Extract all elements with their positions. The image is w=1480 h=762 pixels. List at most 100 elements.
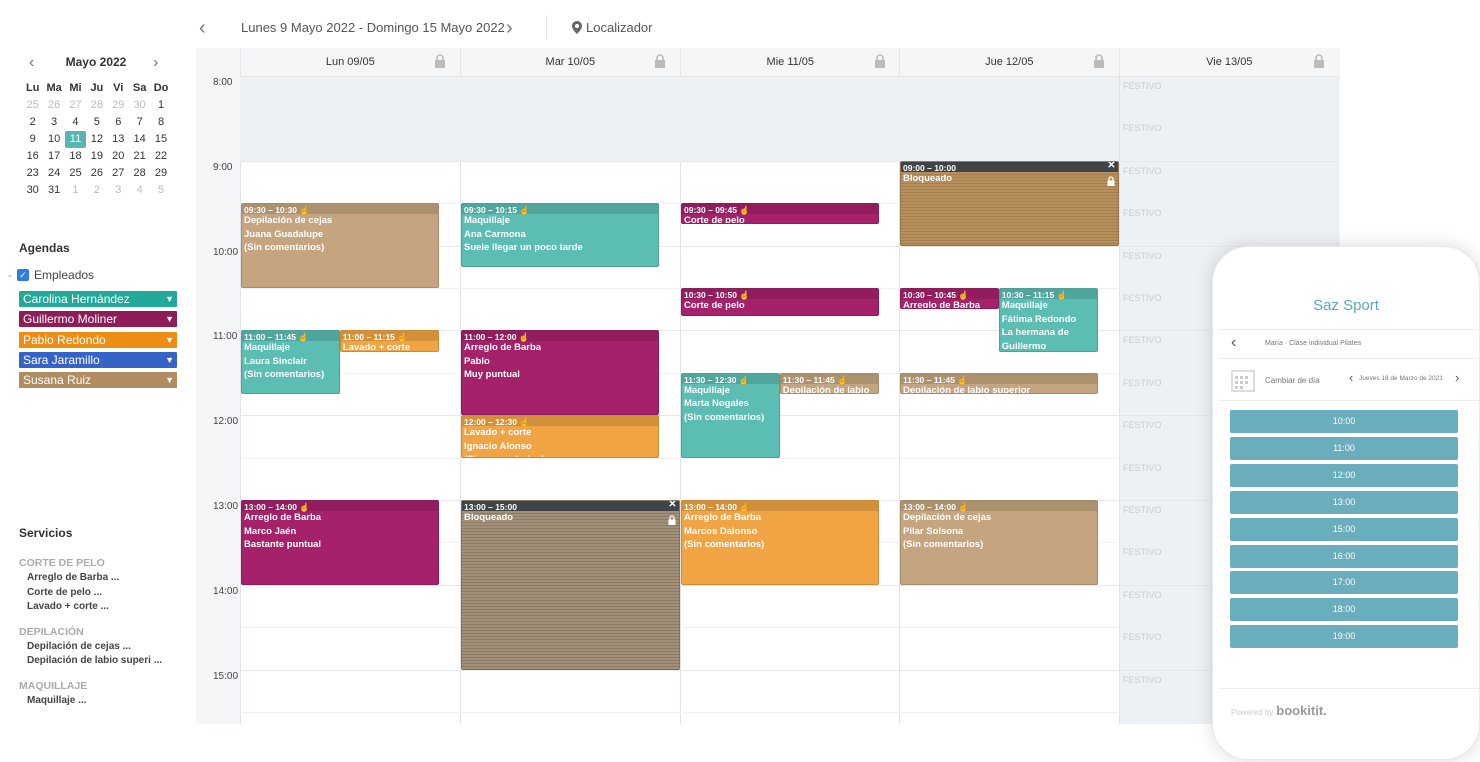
appointment-event[interactable]: 13:00 – 14:00 ☝ Arreglo de Barba Marco Jaé… [241,500,439,585]
mini-cal-day[interactable]: 23 [22,165,43,182]
appointment-event[interactable]: 13:00 – 14:00 ☝ Depilación de cejas Pilar … [900,500,1098,585]
appointment-event[interactable]: 11:30 – 11:45 ☝ Depilación de labio [779,372,879,394]
time-slot-button[interactable]: 13:00 [1230,490,1458,514]
appointment-event[interactable]: 09:30 – 09:45 ☝ Corte de pelo [681,203,879,225]
collapse-icon[interactable]: - [8,268,12,282]
mini-cal-day[interactable]: 27 [108,165,129,182]
phone-next-day-button[interactable]: › [1455,370,1459,385]
mini-cal-day[interactable]: 2 [22,114,43,131]
lock-icon[interactable] [654,54,666,68]
mini-cal-day[interactable]: 25 [22,97,43,114]
phone-prev-day-button[interactable]: ‹ [1349,370,1353,385]
mini-cal-day[interactable]: 22 [150,148,171,165]
appointment-event[interactable]: 11:30 – 11:45 ☝ Depilación de labio super… [900,372,1098,394]
mini-cal-prev-button[interactable]: ‹ [29,53,34,73]
mini-cal-day[interactable]: 17 [43,148,64,165]
agenda-item[interactable]: Guillermo Moliner ▼ [19,311,177,328]
time-slot-button[interactable]: 16:00 [1230,544,1458,568]
appointment-event[interactable]: 11:00 – 11:45 ☝ Maquillaje Laura Sinclair (… [241,330,340,394]
close-icon[interactable]: ✕ [1107,162,1115,171]
empleados-toggle[interactable]: - ✓ Empleados [8,268,94,282]
mini-cal-day[interactable]: 13 [108,131,129,148]
agenda-item[interactable]: Sara Jaramillo ▼ [19,351,177,368]
mini-cal-day[interactable]: 26 [86,165,107,182]
time-slot-button[interactable]: 10:00 [1230,410,1458,433]
mini-cal-day[interactable]: 21 [129,148,150,165]
change-day-label[interactable]: Cambiar de día [1265,376,1320,385]
time-slot-button[interactable]: 15:00 [1230,517,1458,541]
appointment-event[interactable]: 13:00 – 14:00 ☝ Arreglo de Barba Marcos Da… [681,500,879,585]
mini-cal-day[interactable]: 31 [43,182,64,199]
lock-icon[interactable] [1313,54,1325,68]
mini-cal-day[interactable]: 18 [65,148,86,165]
mini-cal-day[interactable]: 20 [108,148,129,165]
prev-week-button[interactable]: ‹ [199,18,206,38]
appointment-event[interactable]: 12:00 – 12:30 ☝ Lavado + corte Ignacio Alo… [461,415,659,458]
mini-cal-day[interactable]: 12 [86,131,107,148]
mini-cal-day[interactable]: 10 [43,131,64,148]
appointment-event[interactable]: 11:30 – 12:30 ☝ Maquillaje Marta Nogales (S… [681,372,780,458]
service-item[interactable]: Depilación de labio superi ... [27,655,162,666]
mini-cal-day[interactable]: 29 [108,97,129,114]
mini-cal-day[interactable]: 29 [150,165,171,182]
mini-cal-day[interactable]: 5 [86,114,107,131]
dropdown-arrow-icon[interactable]: ▼ [165,291,174,307]
mini-cal-day[interactable]: 25 [65,165,86,182]
appointment-event[interactable]: 11:00 – 11:15 ☝ Lavado + corte [339,330,439,352]
time-slot-button[interactable]: 19:00 [1230,625,1458,649]
mini-cal-day[interactable]: 30 [129,97,150,114]
appointment-event[interactable]: 09:30 – 10:15 ☝ Maquillaje Ana Carmona Suel… [461,203,659,267]
appointment-event[interactable]: 09:30 – 10:30 ☝ Depilación de cejas Juana … [241,203,439,288]
dropdown-arrow-icon[interactable]: ▼ [165,332,174,348]
mini-cal-next-button[interactable]: › [153,53,158,73]
time-slot-button[interactable]: 12:00 [1230,463,1458,487]
dropdown-arrow-icon[interactable]: ▼ [165,311,174,327]
empleados-checkbox[interactable]: ✓ [17,269,29,281]
next-week-button[interactable]: › [506,18,513,38]
service-item[interactable]: Arreglo de Barba ... [27,572,119,583]
time-slot-button[interactable]: 17:00 [1230,571,1458,595]
blocked-slot[interactable]: 13:00 – 15:00 ✕ Bloqueado [461,500,680,670]
appointment-event[interactable]: 10:30 – 10:45 ☝ Arreglo de Barba [900,288,999,310]
mini-cal-day[interactable]: 3 [108,182,129,199]
agenda-item[interactable]: Carolina Hernández ▼ [19,291,177,307]
mini-cal-day[interactable]: 14 [129,131,150,148]
locator-button[interactable]: Localizador [572,20,653,35]
mini-cal-day[interactable]: 26 [43,97,64,114]
appointment-event[interactable]: 10:30 – 10:50 ☝Corte de pelo Martín [681,288,879,317]
service-item[interactable]: Depilación de cejas ... [27,641,131,652]
lock-icon[interactable] [874,54,886,68]
mini-cal-day[interactable]: 5 [150,182,171,199]
mini-cal-day[interactable]: 4 [65,114,86,131]
appointment-event[interactable]: 11:00 – 12:00 ☝ Arreglo de Barba Pablo Muy … [461,330,659,416]
mini-cal-day[interactable]: 4 [129,182,150,199]
lock-icon[interactable] [434,54,446,68]
mini-cal-day[interactable]: 3 [43,114,64,131]
mini-cal-day[interactable]: 2 [86,182,107,199]
mini-cal-day[interactable]: 27 [65,97,86,114]
dropdown-arrow-icon[interactable]: ▼ [165,352,174,368]
mini-cal-day[interactable]: 24 [43,165,64,182]
dropdown-arrow-icon[interactable]: ▼ [165,372,174,388]
service-item[interactable]: Corte de pelo ... [27,587,102,598]
mini-cal-day[interactable]: 7 [129,114,150,131]
service-item[interactable]: Maquillaje ... [27,695,86,706]
mini-cal-day[interactable]: 1 [150,97,171,114]
mini-cal-day[interactable]: 19 [86,148,107,165]
mini-cal-day[interactable]: 6 [108,114,129,131]
lock-icon[interactable] [1093,54,1105,68]
agenda-item[interactable]: Susana Ruiz ▼ [19,372,177,389]
mini-cal-day[interactable]: 15 [150,131,171,148]
mini-cal-day[interactable]: 16 [22,148,43,165]
blocked-slot[interactable]: 09:00 – 10:00 ✕ Bloqueado [900,160,1119,246]
service-item[interactable]: Lavado + corte ... [27,601,109,612]
agenda-item[interactable]: Pablo Redondo ▼ [19,331,177,348]
mini-cal-day[interactable]: 28 [129,165,150,182]
time-slot-button[interactable]: 11:00 [1230,436,1458,460]
phone-back-icon[interactable]: ‹ [1231,334,1236,352]
mini-cal-day[interactable]: 30 [22,182,43,199]
close-icon[interactable]: ✕ [668,501,676,510]
time-slot-button[interactable]: 18:00 [1230,598,1458,622]
appointment-event[interactable]: 10:30 – 11:15 ☝ Maquillaje Fátima Redondo L… [998,288,1098,352]
mini-cal-day[interactable]: 8 [150,114,171,131]
